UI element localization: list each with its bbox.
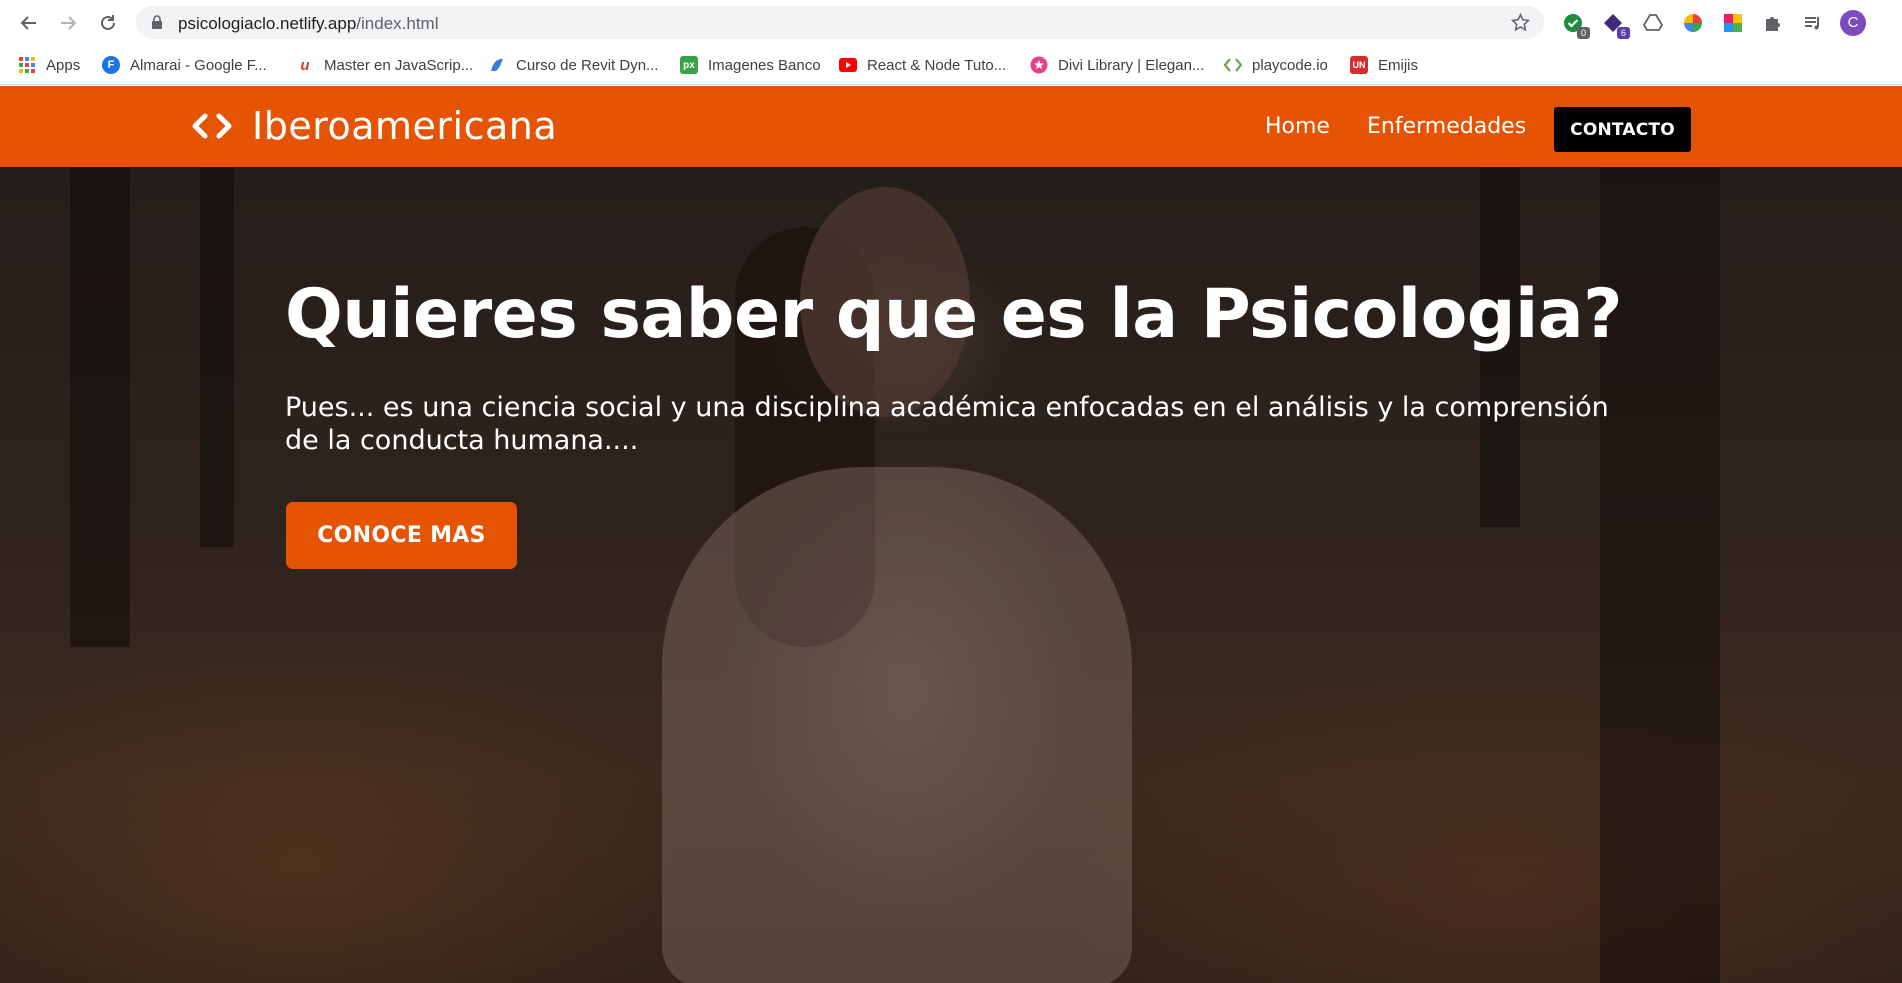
bookmark-star-icon[interactable] <box>1511 13 1530 32</box>
bookmarks-bar: Apps F Almarai - Google F... u Master en… <box>0 45 1902 85</box>
bookmark-label: React & Node Tuto... <box>867 56 1007 74</box>
hero-description: Pues... es una ciencia social y una disc… <box>285 392 1609 456</box>
lock-icon <box>152 15 162 29</box>
site-header: Iberoamericana Home Enfermedades CONTACT… <box>0 86 1902 167</box>
brand-name: Iberoamericana <box>252 104 558 148</box>
address-bar[interactable]: psicologiaclo.netlify.app/index.html <box>136 6 1544 39</box>
url-domain: psicologiaclo.netlify.app <box>178 14 357 33</box>
extensions-menu-button[interactable] <box>1760 10 1786 36</box>
google-fonts-icon: F <box>102 56 120 74</box>
forward-button[interactable] <box>55 10 81 36</box>
reload-icon <box>101 15 115 30</box>
reload-button[interactable] <box>95 10 121 36</box>
drive-extension-icon <box>1642 14 1664 31</box>
bookmark-label: Master en JavaScrip... <box>324 56 474 74</box>
extension-badge: 6 <box>1617 27 1630 39</box>
udemy-icon: u <box>300 56 310 74</box>
back-button[interactable] <box>16 10 42 36</box>
bookmark-label: Emijis <box>1378 56 1418 74</box>
nav-home-link[interactable]: Home <box>1265 114 1330 139</box>
code-brackets-icon <box>192 111 232 141</box>
contact-button[interactable]: CONTACTO <box>1554 107 1691 152</box>
arrow-right-icon <box>61 16 77 30</box>
color-wheel-extension-icon <box>1684 14 1702 32</box>
dynamo-icon <box>488 56 506 74</box>
bookmark-label: Imagenes Banco <box>708 56 821 74</box>
bookmark-react-node[interactable]: React & Node Tuto... <box>839 53 1006 77</box>
hero-title: Quieres saber que es la Psicologia? <box>285 275 1623 354</box>
bookmark-imagenes-banco[interactable]: px Imagenes Banco <box>680 53 821 77</box>
bookmark-playcode[interactable]: playcode.io <box>1224 53 1328 77</box>
bookmark-emijis[interactable]: UN Emijis <box>1350 53 1418 77</box>
bookmark-label: playcode.io <box>1252 56 1328 74</box>
divi-icon <box>1030 56 1048 74</box>
palette-extension-icon <box>1724 14 1742 32</box>
conoce-mas-button[interactable]: CONOCE MAS <box>286 502 517 569</box>
browser-toolbar: psicologiaclo.netlify.app/index.html 0 6… <box>0 0 1902 45</box>
nav-enfermedades-link[interactable]: Enfermedades <box>1367 114 1526 139</box>
bookmark-apps[interactable]: Apps <box>18 53 80 77</box>
bookmark-label: Almarai - Google F... <box>130 56 267 74</box>
extension-drive[interactable] <box>1640 10 1666 36</box>
extension-diamond[interactable]: 6 <box>1600 10 1630 39</box>
bookmark-divi-library[interactable]: Divi Library | Elegan... <box>1030 53 1204 77</box>
arrow-left-icon <box>20 16 36 30</box>
url-path: /index.html <box>356 14 439 33</box>
pexels-icon: px <box>680 56 698 74</box>
brand-logo[interactable]: Iberoamericana <box>192 104 557 148</box>
extension-palette[interactable] <box>1720 10 1746 36</box>
extension-color-wheel[interactable] <box>1680 10 1706 36</box>
puzzle-icon <box>1766 17 1780 31</box>
bookmark-curso-revit[interactable]: Curso de Revit Dyn... <box>488 53 659 77</box>
media-control-button[interactable] <box>1800 10 1826 36</box>
bookmark-label: Curso de Revit Dyn... <box>516 56 659 74</box>
apps-grid-icon <box>19 57 35 73</box>
extension-badge: 0 <box>1577 27 1590 39</box>
playlist-icon <box>1805 17 1819 30</box>
bookmark-almarai[interactable]: F Almarai - Google F... <box>102 53 267 77</box>
profile-avatar[interactable]: C <box>1840 10 1866 36</box>
bookmark-master-javascript[interactable]: u Master en JavaScrip... <box>296 53 473 77</box>
hero-section: Quieres saber que es la Psicologia? Pues… <box>0 167 1902 983</box>
playcode-icon <box>1224 56 1242 74</box>
emoji-site-icon: UN <box>1350 56 1368 74</box>
url-text: psicologiaclo.netlify.app/index.html <box>178 14 439 34</box>
extension-check[interactable]: 0 <box>1560 10 1590 39</box>
bookmark-label: Divi Library | Elegan... <box>1058 56 1205 74</box>
youtube-icon <box>839 56 857 74</box>
bookmark-label: Apps <box>46 56 81 74</box>
